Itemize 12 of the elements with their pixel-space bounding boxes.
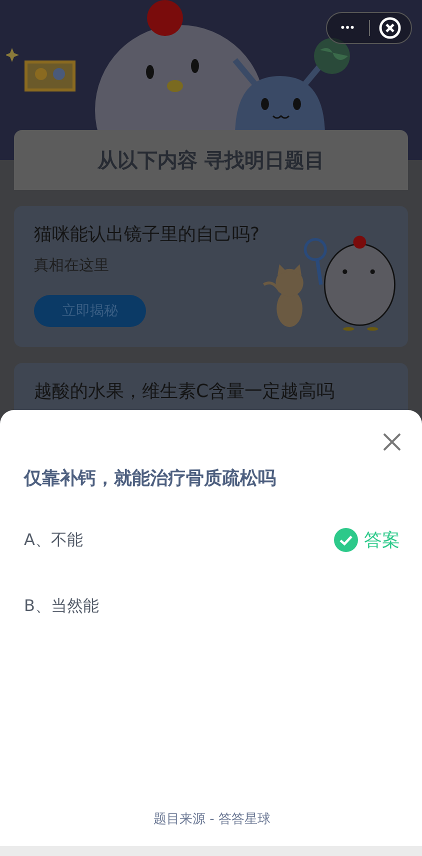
- more-button[interactable]: •••: [327, 22, 369, 34]
- card-title: 猫咪能认出镜子里的自己吗?: [34, 223, 260, 246]
- planet-drawing: [312, 36, 352, 76]
- option-label: A、不能: [24, 530, 83, 550]
- close-circle-icon[interactable]: [379, 17, 401, 39]
- question-title: 仅靠补钙，就能治疗骨质疏松吗: [24, 467, 277, 490]
- answer-label: 答案: [364, 529, 400, 552]
- close-icon[interactable]: [382, 432, 402, 452]
- option-label: B、当然能: [24, 596, 99, 616]
- card-title: 越酸的水果，维生素C含量一定越高吗: [34, 380, 335, 403]
- check-circle-icon: [334, 528, 358, 552]
- source-caption: 题目来源 - 答答星球: [154, 811, 270, 828]
